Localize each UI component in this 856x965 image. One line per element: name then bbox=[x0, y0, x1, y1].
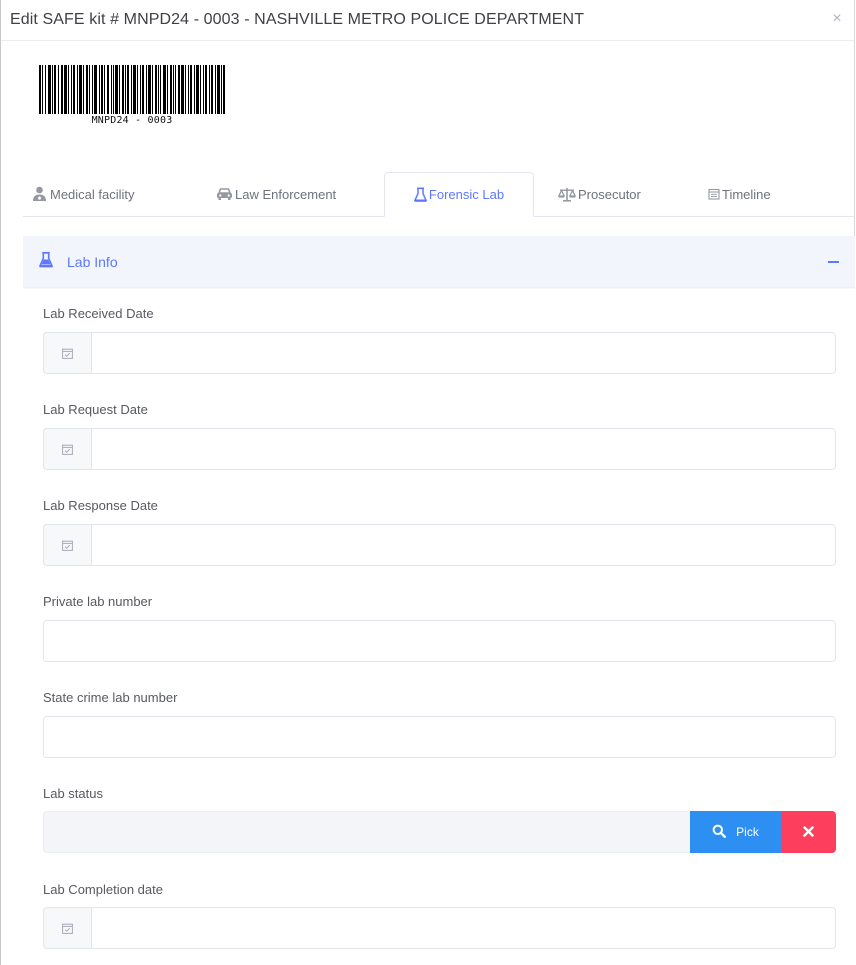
lab-received-date-label: Lab Received Date bbox=[43, 306, 154, 321]
tab-medical-facility[interactable]: Medical facility bbox=[31, 172, 181, 216]
pick-button[interactable]: Pick bbox=[690, 811, 781, 853]
lab-response-date-group bbox=[43, 524, 836, 566]
police-car-icon bbox=[216, 187, 233, 201]
calendar-check-icon[interactable] bbox=[43, 524, 91, 566]
tab-label: Forensic Lab bbox=[428, 187, 505, 202]
edit-kit-modal: Edit SAFE kit # MNPD24 - 0003 - NASHVILL… bbox=[0, 0, 855, 965]
tab-label: Law Enforcement bbox=[235, 186, 337, 202]
private-lab-number-label: Private lab number bbox=[43, 594, 153, 609]
modal-title: Edit SAFE kit # MNPD24 - 0003 - NASHVILL… bbox=[10, 11, 585, 28]
flask-icon bbox=[413, 187, 427, 202]
barcode-text: MNPD24 - 0003 bbox=[91, 115, 173, 126]
state-crime-lab-number-group bbox=[43, 716, 836, 758]
barcode-image bbox=[39, 65, 225, 114]
lab-completion-date-input[interactable] bbox=[91, 907, 836, 949]
lab-request-date-group bbox=[43, 428, 836, 470]
private-lab-number-input[interactable] bbox=[43, 620, 836, 662]
lab-info-header[interactable]: Lab Info bbox=[23, 236, 855, 288]
lab-response-date-input[interactable] bbox=[91, 524, 836, 566]
tab-timeline[interactable]: Timeline bbox=[708, 172, 808, 216]
private-lab-number-group bbox=[43, 620, 836, 662]
tab-forensic-lab[interactable]: Forensic Lab bbox=[384, 172, 534, 217]
tab-label: Timeline bbox=[722, 186, 771, 202]
calendar-check-icon[interactable] bbox=[43, 907, 91, 949]
lab-request-date-label: Lab Request Date bbox=[43, 402, 148, 417]
section-title: Lab Info bbox=[67, 253, 118, 270]
lab-status-input[interactable] bbox=[43, 811, 690, 853]
clear-button[interactable] bbox=[781, 811, 836, 853]
tab-prosecutor[interactable]: Prosecutor bbox=[558, 172, 708, 216]
pick-label: Pick bbox=[736, 825, 759, 839]
lab-completion-date-group bbox=[43, 907, 836, 949]
calendar-check-icon[interactable] bbox=[43, 428, 91, 470]
search-icon bbox=[712, 824, 727, 841]
lab-received-date-input[interactable] bbox=[91, 332, 836, 374]
minus-icon[interactable] bbox=[827, 252, 841, 272]
close-icon[interactable]: × bbox=[830, 11, 844, 27]
lab-received-date-group bbox=[43, 332, 836, 374]
lab-info-body: Lab Received Date Lab Request Date Lab R… bbox=[23, 289, 855, 965]
lab-status-label: Lab status bbox=[43, 786, 103, 801]
state-crime-lab-number-label: State crime lab number bbox=[43, 690, 178, 705]
modal-header: Edit SAFE kit # MNPD24 - 0003 - NASHVILL… bbox=[1, 0, 854, 41]
calendar-icon bbox=[708, 188, 720, 200]
tab-label: Medical facility bbox=[50, 186, 135, 202]
x-icon bbox=[803, 825, 814, 840]
calendar-check-icon[interactable] bbox=[43, 332, 91, 374]
tab-bar: Medical facility Law Enforcement Forensi… bbox=[23, 172, 855, 217]
lab-response-date-label: Lab Response Date bbox=[43, 498, 158, 513]
lab-request-date-input[interactable] bbox=[91, 428, 836, 470]
balance-scale-icon bbox=[558, 187, 576, 202]
tab-law-enforcement[interactable]: Law Enforcement bbox=[216, 172, 366, 216]
user-medical-icon bbox=[31, 186, 48, 202]
barcode: MNPD24 - 0003 bbox=[39, 65, 225, 126]
lab-status-group: Pick bbox=[43, 811, 836, 853]
flask-icon bbox=[38, 251, 54, 273]
lab-completion-date-label: Lab Completion date bbox=[43, 882, 163, 897]
lab-info-panel: Lab Info Lab Received Date Lab Request D… bbox=[23, 236, 855, 965]
tab-label: Prosecutor bbox=[578, 186, 641, 202]
state-crime-lab-number-input[interactable] bbox=[43, 716, 836, 758]
